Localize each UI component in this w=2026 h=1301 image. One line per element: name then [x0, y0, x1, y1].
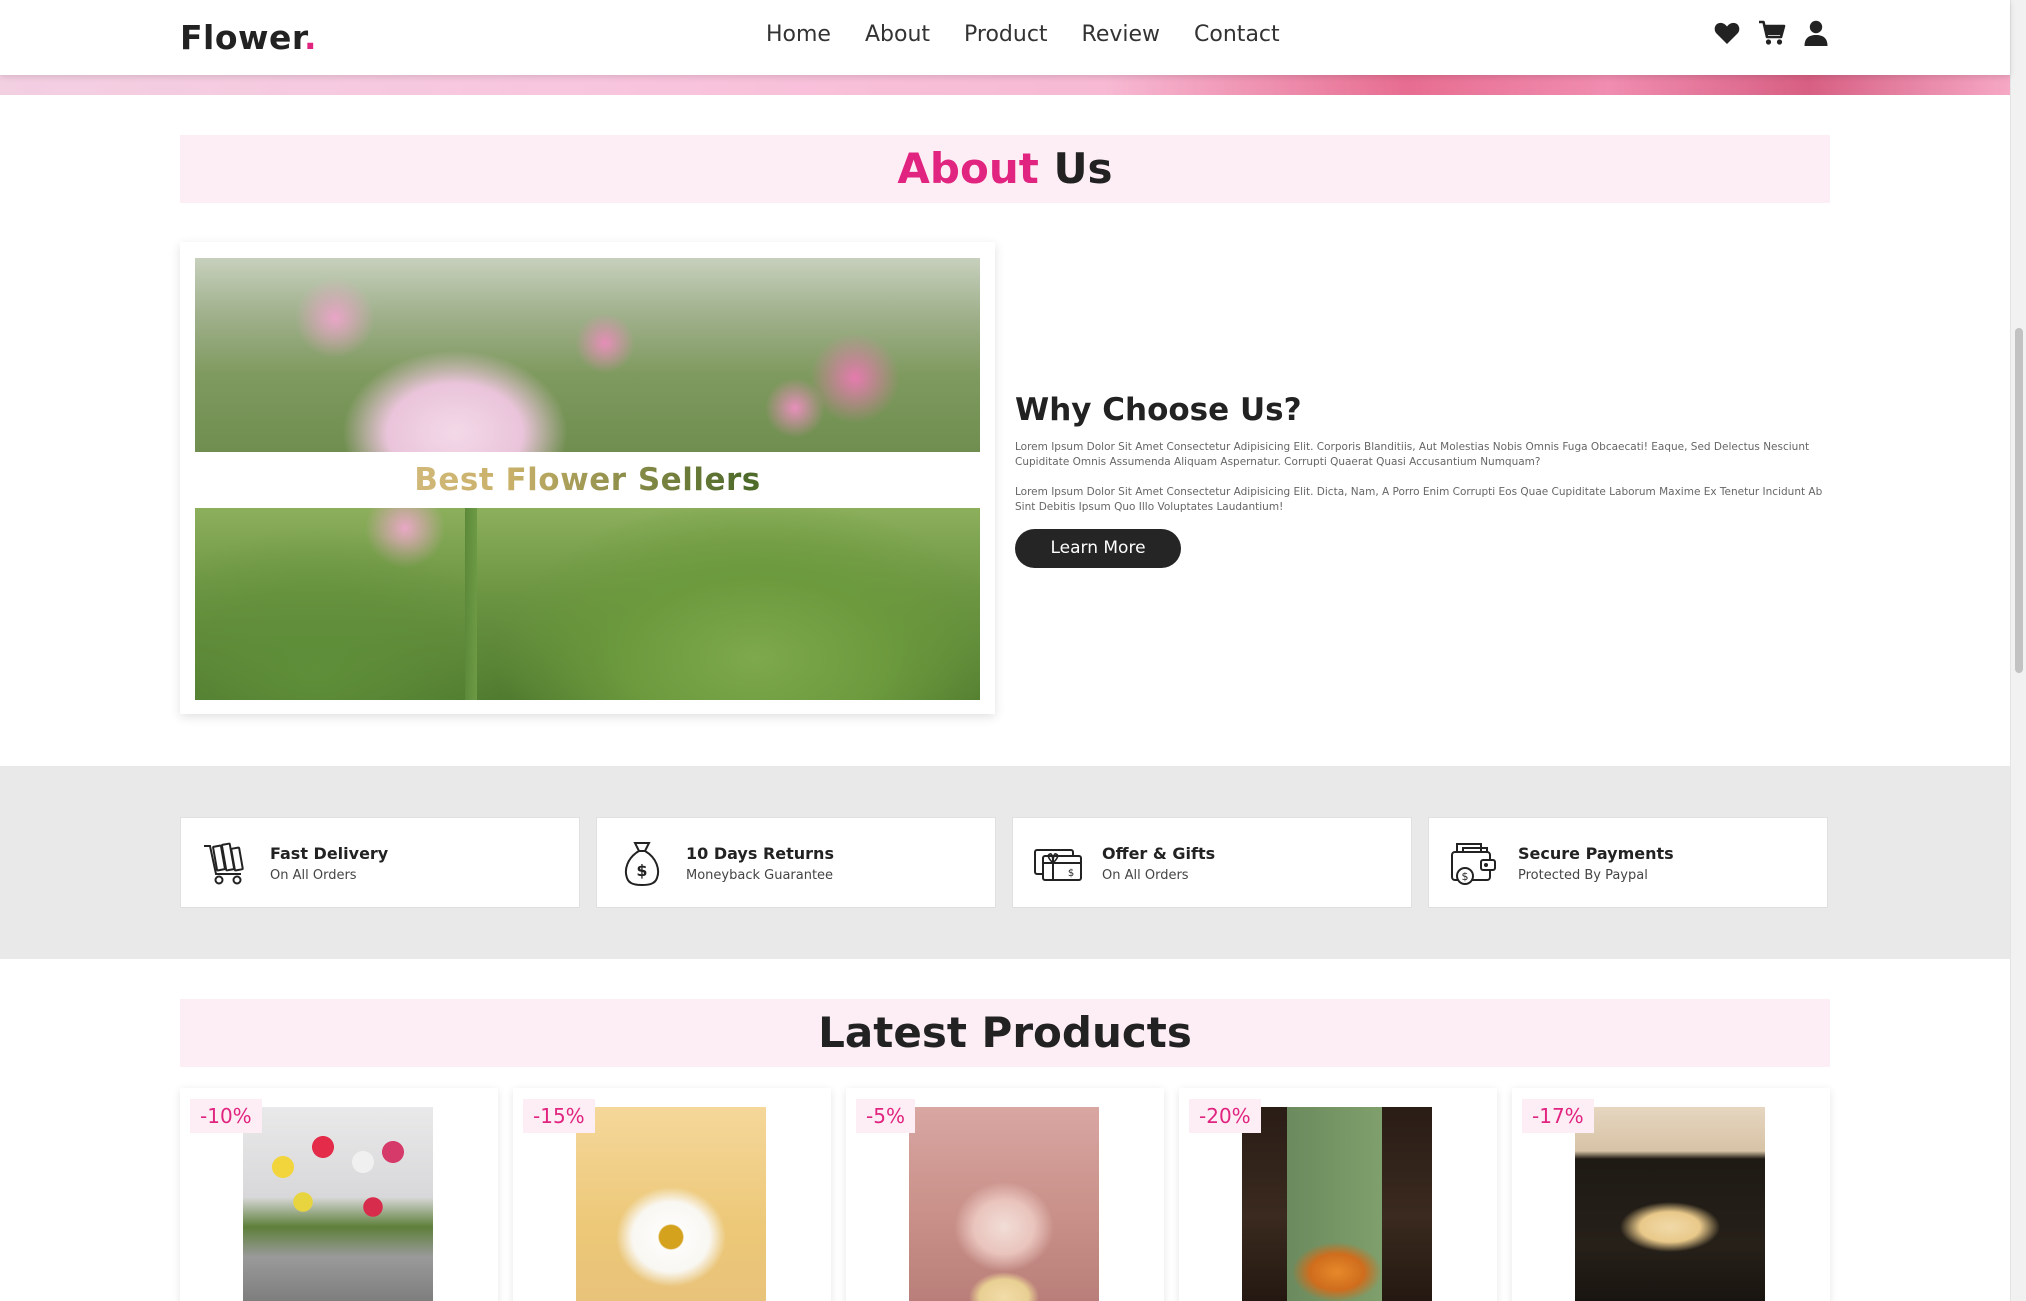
- logo[interactable]: Flower.: [180, 18, 317, 57]
- svg-text:$: $: [1462, 870, 1469, 883]
- pink-flowers-vase-image: [909, 1107, 1099, 1301]
- about-image-card: Best Flower Sellers: [180, 242, 995, 714]
- about-section-title: About Us: [180, 135, 1830, 203]
- discount-badge: -5%: [856, 1099, 915, 1133]
- discount-badge: -20%: [1189, 1099, 1261, 1133]
- product-card[interactable]: -5%: [846, 1088, 1164, 1301]
- nav-about[interactable]: About: [865, 22, 930, 47]
- nav-product[interactable]: Product: [964, 22, 1048, 47]
- nav-home[interactable]: Home: [766, 22, 831, 47]
- feature-title: Offer & Gifts: [1102, 844, 1216, 863]
- orange-flowers-window-image: [1242, 1107, 1432, 1301]
- vertical-scrollbar[interactable]: [2010, 0, 2026, 1301]
- features-band: Fast Delivery On All Orders $ 10 Days Re…: [0, 766, 2010, 959]
- logo-dot: .: [303, 18, 318, 57]
- feature-subtitle: On All Orders: [270, 868, 357, 883]
- feature-subtitle: Moneyback Guarantee: [686, 868, 834, 883]
- page: Flower. Home About Product Review Contac…: [0, 0, 2026, 1301]
- product-card[interactable]: -15%: [513, 1088, 831, 1301]
- nav-contact[interactable]: Contact: [1194, 22, 1280, 47]
- heart-icon[interactable]: [1714, 21, 1740, 45]
- feature-subtitle: Protected By Paypal: [1518, 868, 1648, 883]
- discount-badge: -17%: [1522, 1099, 1594, 1133]
- discount-badge: -15%: [523, 1099, 595, 1133]
- feature-subtitle: On All Orders: [1102, 868, 1189, 883]
- about-paragraph-1: Lorem Ipsum Dolor Sit Amet Consectetur A…: [1015, 441, 1810, 468]
- about-paragraph-2: Lorem Ipsum Dolor Sit Amet Consectetur A…: [1015, 486, 1823, 513]
- why-choose-us-heading: Why Choose Us?: [1015, 392, 1302, 428]
- feature-title: Fast Delivery: [270, 844, 389, 863]
- product-card[interactable]: -10%: [180, 1088, 498, 1301]
- user-icon[interactable]: [1804, 20, 1828, 46]
- tulip-bouquet-image: [243, 1107, 433, 1301]
- white-daisies-dark-image: [1575, 1107, 1765, 1301]
- feature-secure-payments: $ Secure Payments Protected By Paypal: [1428, 817, 1828, 908]
- svg-text:$: $: [636, 861, 647, 880]
- feature-fast-delivery: Fast Delivery On All Orders: [180, 817, 580, 908]
- site-header: Flower. Home About Product Review Contac…: [0, 0, 2010, 75]
- lotus-leaves-image-bottom: [195, 508, 980, 700]
- product-card[interactable]: -20%: [1179, 1088, 1497, 1301]
- header-icons: [1714, 20, 1828, 46]
- best-flower-sellers-caption: Best Flower Sellers: [195, 452, 980, 508]
- svg-text:$: $: [1068, 868, 1074, 879]
- product-card[interactable]: -17%: [1512, 1088, 1830, 1301]
- cart-icon[interactable]: [1758, 20, 1786, 46]
- feature-offers-gifts: $ Offer & Gifts On All Orders: [1012, 817, 1412, 908]
- learn-more-button[interactable]: Learn More: [1015, 529, 1181, 568]
- money-bag-icon: $: [624, 842, 660, 887]
- secure-wallet-icon: $: [1451, 843, 1496, 885]
- nav-review[interactable]: Review: [1082, 22, 1161, 47]
- feature-title: 10 Days Returns: [686, 844, 834, 863]
- feature-title: Secure Payments: [1518, 844, 1674, 863]
- discount-badge: -10%: [190, 1099, 262, 1133]
- logo-text: Flower: [180, 18, 304, 57]
- feature-returns: $ 10 Days Returns Moneyback Guarantee: [596, 817, 996, 908]
- main-nav: Home About Product Review Contact: [766, 22, 1280, 47]
- about-title-accent: About: [897, 144, 1039, 193]
- lotus-flower-image-top: [195, 258, 980, 452]
- scrollbar-thumb[interactable]: [2015, 328, 2023, 673]
- products-section-title: Latest Products: [180, 999, 1830, 1067]
- gift-card-icon: $: [1034, 849, 1082, 881]
- product-list: -10% -15% -5% -20% -17%: [180, 1088, 1830, 1301]
- hero-image-strip: [0, 75, 2010, 95]
- about-title-rest: Us: [1053, 144, 1113, 193]
- daisy-image: [576, 1107, 766, 1301]
- delivery-cart-icon: [204, 842, 244, 885]
